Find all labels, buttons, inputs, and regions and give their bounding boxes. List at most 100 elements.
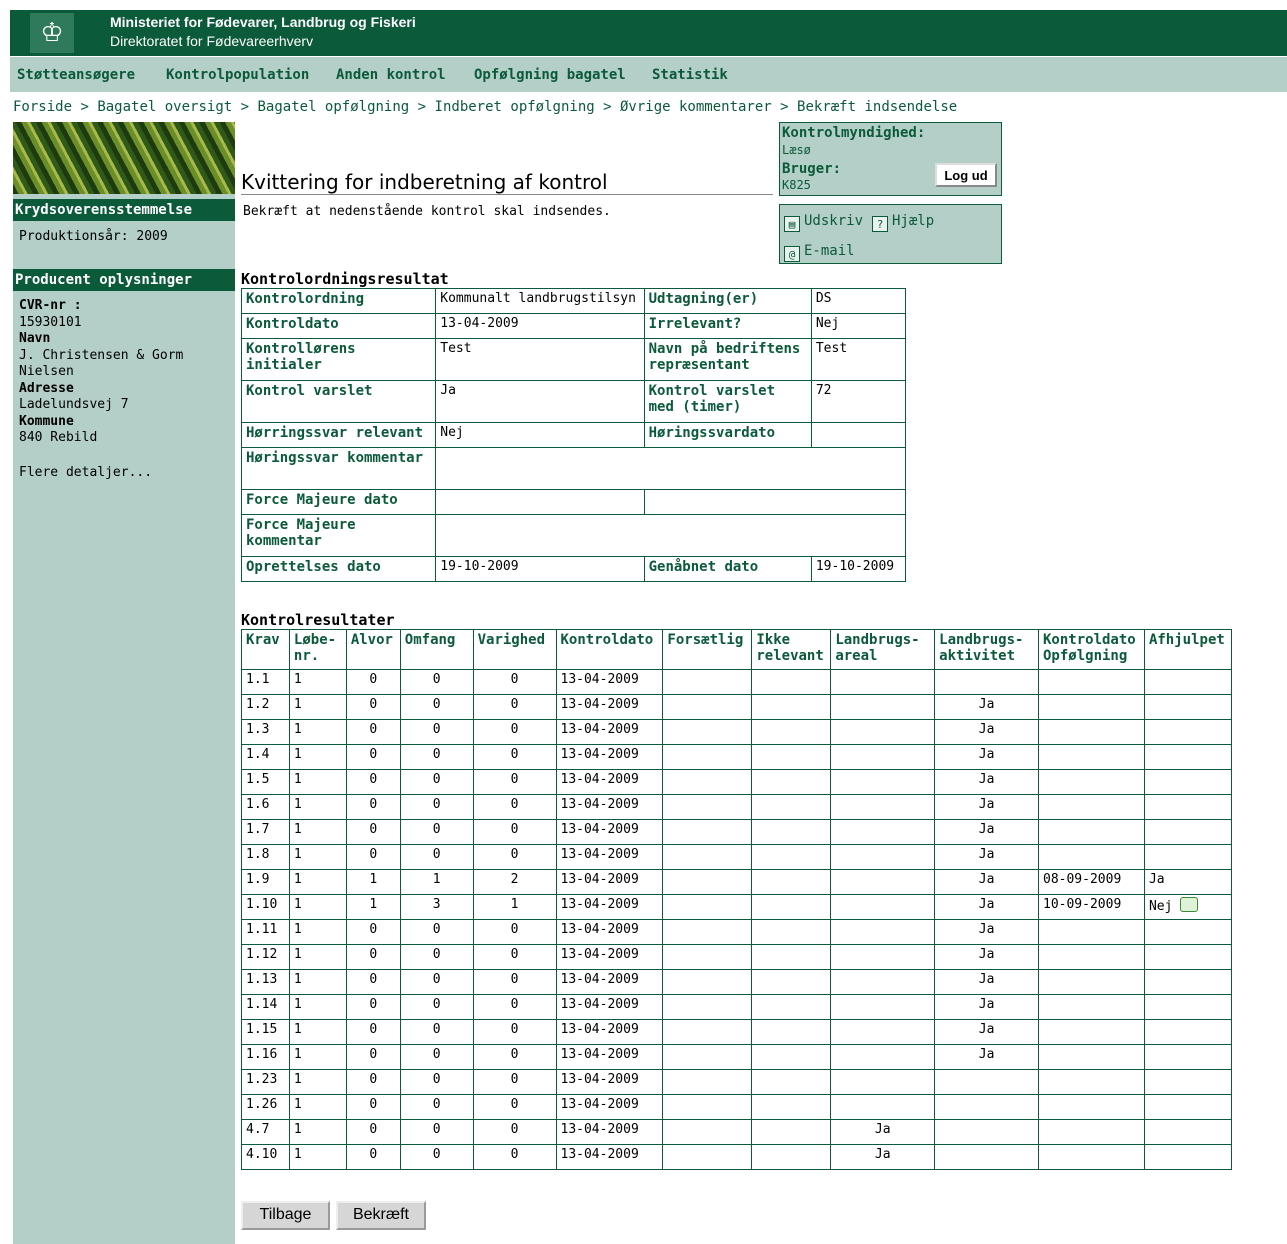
cell-krav-text: 1.15 (246, 1022, 278, 1037)
cell-kontroldato: 13-04-2009 (555, 719, 664, 745)
cell-alvor-text: 0 (369, 1097, 378, 1112)
ministry-name: Ministeriet for Fødevarer, Landbrug og F… (110, 14, 416, 30)
cell-krav: 1.10 (241, 894, 290, 920)
cell-afhjulpet (1143, 744, 1233, 770)
cell-landbrugsaktivitet-text: Ja (978, 822, 995, 837)
table-row: 1.6 1 0 0 0 13-04-2009 Ja (241, 794, 1233, 820)
cell-kontroldato: 13-04-2009 (555, 944, 664, 970)
cell-varighed: 0 (472, 969, 557, 995)
cell-kontroldato-text: 13-04-2009 (560, 1022, 639, 1037)
cell-afhjulpet (1143, 1119, 1233, 1145)
horingssvar-kommentar-label: Høringssvar kommentar (240, 447, 437, 490)
help-link[interactable]: ? Hjælp (872, 213, 934, 232)
nav-opfolgning-bagatel[interactable]: Opfølgning bagatel (474, 67, 626, 83)
cell-lobenr: 1 (288, 744, 347, 770)
cell-forsaetlig (662, 1144, 753, 1170)
cell-lobenr: 1 (288, 969, 347, 995)
cell-lobenr-text: 1 (293, 672, 302, 687)
email-link[interactable]: @ E-mail (784, 243, 855, 262)
cell-krav: 1.3 (241, 719, 290, 745)
cell-krav-text: 1.1 (246, 672, 270, 687)
cell-omfang-text: 0 (432, 722, 441, 737)
cell-landbrugsareal (830, 769, 936, 795)
cell-omfang-text: 0 (432, 847, 441, 862)
force-majeure-kommentar-value (435, 514, 906, 557)
force-majeure-dato-label: Force Majeure dato (240, 489, 437, 515)
breadcrumb-bagatel-oversigt[interactable]: Bagatel oversigt (97, 99, 232, 115)
name-label: Navn (19, 331, 51, 346)
breadcrumb-forside[interactable]: Forside (13, 99, 72, 115)
back-button[interactable]: Tilbage (241, 1201, 330, 1230)
cell-omfang: 0 (399, 944, 474, 970)
cell-varighed-text: 0 (510, 697, 519, 712)
cell-kontroldato-text: 13-04-2009 (560, 1097, 639, 1112)
breadcrumb-ovrige-kommentarer[interactable]: Øvrige kommentarer (620, 99, 772, 115)
breadcrumb-indberet-opfolgning[interactable]: Indberet opfølgning (435, 99, 595, 115)
cell-alvor-text: 1 (369, 897, 378, 912)
cell-landbrugsaktivitet: Ja (934, 744, 1039, 770)
cell-kontroldato-text: 13-04-2009 (560, 772, 639, 787)
cell-omfang-text: 0 (432, 1022, 441, 1037)
cell-krav-text: 1.11 (246, 922, 278, 937)
kontrolordning-value: Kommunalt landbrugstilsyn (435, 288, 645, 314)
genabnet-dato-value: 19-10-2009 (810, 556, 907, 582)
cell-kontroldato-opfolgning (1038, 1144, 1145, 1170)
cell-landbrugsaktivitet: Ja (934, 944, 1039, 970)
cell-lobenr: 1 (288, 894, 347, 920)
cell-alvor-text: 0 (369, 1147, 378, 1162)
cell-landbrugsareal: Ja (830, 1144, 936, 1170)
cell-alvor: 0 (345, 919, 401, 945)
header-ikke-relevant: Ikke relevant (751, 629, 832, 670)
cell-lobenr: 1 (288, 719, 347, 745)
directorate-name: Direktoratet for Fødevareerhverv (110, 33, 314, 49)
cell-lobenr-text: 1 (293, 1047, 302, 1062)
cell-lobenr-text: 1 (293, 697, 302, 712)
cell-varighed: 0 (472, 1069, 557, 1095)
logout-button[interactable]: Log ud (935, 163, 997, 187)
cell-lobenr-text: 1 (293, 897, 302, 912)
cell-ikke-relevant (751, 1069, 832, 1095)
comment-icon[interactable] (1180, 897, 1199, 912)
more-details-link[interactable]: Flere detaljer... (19, 465, 152, 482)
cell-krav: 1.14 (241, 994, 290, 1020)
cell-ikke-relevant (751, 1019, 832, 1045)
nav-kontrolpopulation[interactable]: Kontrolpopulation (166, 67, 309, 83)
breadcrumb-bagatel-opfolgning[interactable]: Bagatel opfølgning (258, 99, 410, 115)
cell-ikke-relevant (751, 1144, 832, 1170)
print-link[interactable]: ▤ Udskriv (784, 213, 863, 232)
confirm-button[interactable]: Bekræft (336, 1201, 426, 1230)
cell-krav-text: 1.14 (246, 997, 278, 1012)
nav-anden-kontrol[interactable]: Anden kontrol (336, 67, 446, 83)
cell-kontroldato: 13-04-2009 (555, 744, 664, 770)
cell-lobenr: 1 (288, 1069, 347, 1095)
cell-krav-text: 1.5 (246, 772, 270, 787)
varslet-timer-label: Kontrol varslet med (timer) (643, 380, 812, 423)
cell-varighed-text: 0 (510, 1072, 519, 1087)
cell-kontroldato-opfolgning (1038, 769, 1145, 795)
cell-lobenr-text: 1 (293, 922, 302, 937)
table-row: 4.10 1 0 0 0 13-04-2009 Ja (241, 1144, 1233, 1170)
horingssvar-kommentar-value (435, 447, 906, 490)
name-value-2: Nielsen (19, 364, 74, 379)
cell-varighed: 0 (472, 1144, 557, 1170)
cell-ikke-relevant (751, 669, 832, 695)
force-majeure-dato-value (435, 489, 645, 515)
cell-landbrugsaktivitet-text: Ja (978, 697, 995, 712)
cell-varighed-text: 0 (510, 722, 519, 737)
cell-omfang-text: 0 (432, 672, 441, 687)
cell-afhjulpet (1143, 694, 1233, 720)
cell-alvor: 0 (345, 669, 401, 695)
cell-afhjulpet (1143, 1019, 1233, 1045)
cell-alvor: 1 (345, 869, 401, 895)
authority-value: Læsø (782, 143, 811, 157)
nav-stotteansogere[interactable]: Støtteansøgere (17, 67, 135, 83)
cell-omfang-text: 0 (432, 1122, 441, 1137)
horingssvardato-value (810, 422, 907, 448)
cell-afhjulpet (1143, 994, 1233, 1020)
nav-statistik[interactable]: Statistik (652, 67, 728, 83)
cell-lobenr-text: 1 (293, 1122, 302, 1137)
cell-afhjulpet (1143, 944, 1233, 970)
cell-ikke-relevant (751, 869, 832, 895)
cell-krav-text: 1.26 (246, 1097, 278, 1112)
cell-afhjulpet (1143, 969, 1233, 995)
